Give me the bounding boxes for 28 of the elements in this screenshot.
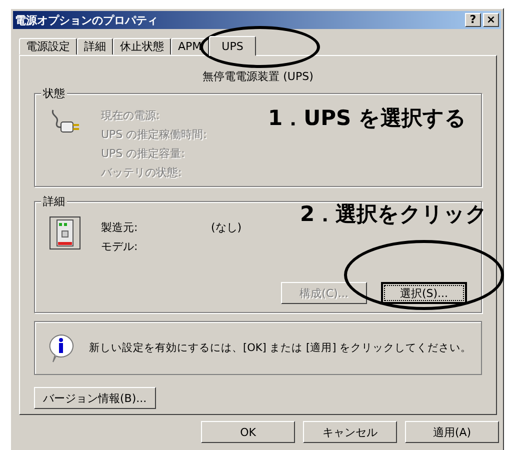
info-icon [47,333,75,363]
tab[interactable]: 電源設定 [19,38,77,55]
ups-device-icon [49,216,81,250]
annotation-text: 2．選択をクリック [300,201,488,228]
status-label: UPS の推定稼働時間: [101,127,207,142]
info-message: 新しい設定を有効にするには、[OK] または [適用] をクリックしてください。 [89,341,472,355]
panel-heading: 無停電電源装置 (UPS) [202,69,314,84]
field-label: モデル: [101,239,139,254]
ok-button[interactable]: OK [201,421,295,443]
tab[interactable]: 詳細 [77,38,113,55]
apply-button[interactable]: 適用(A) [405,421,499,443]
group-legend: 状態 [41,86,67,101]
close-button[interactable]: × [483,13,499,27]
status-label: UPS の推定容量: [101,146,186,161]
status-label: 現在の電源: [101,108,161,123]
version-info-button[interactable]: バージョン情報(B)... [34,387,156,409]
field-value: (なし) [211,220,242,235]
window-title: 電源オプションのプロパティ [15,12,158,28]
select-button[interactable]: 選択(S)... [381,282,467,304]
tab[interactable]: UPS [208,36,256,56]
status-label: バッテリの状態: [101,165,183,180]
field-label: 製造元: [101,220,139,235]
tab[interactable]: 休止状態 [113,38,171,55]
cancel-button[interactable]: キャンセル [303,421,397,443]
annotation-text: 1．UPS を選択する [268,105,466,132]
help-button[interactable]: ? [465,13,481,27]
group-legend: 詳細 [41,194,67,209]
tab[interactable]: APM [171,38,209,55]
